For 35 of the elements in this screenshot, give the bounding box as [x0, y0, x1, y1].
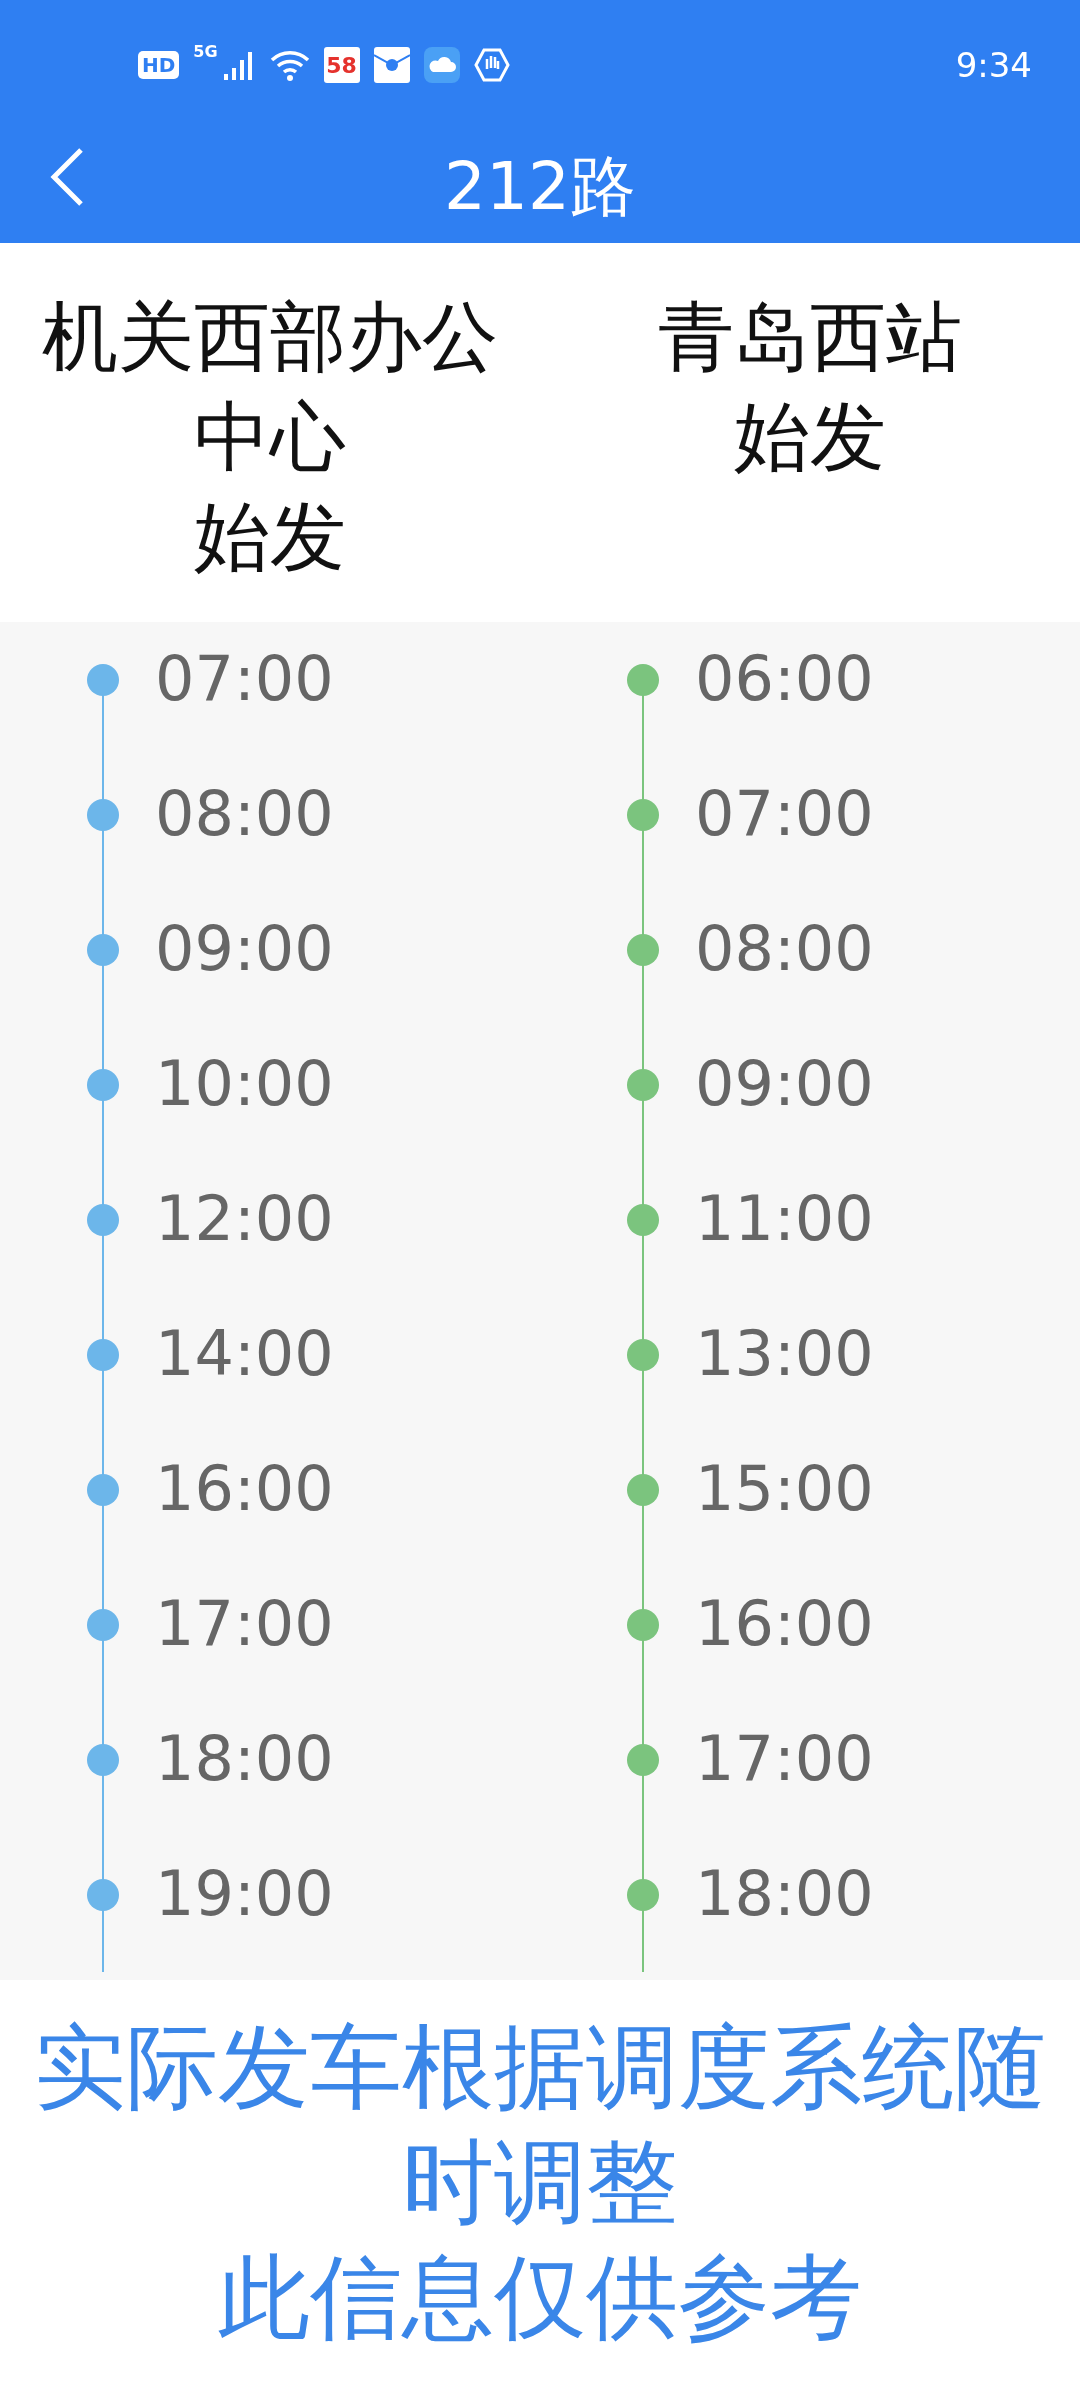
departure-time: 12:00 [155, 1182, 334, 1257]
status-time: 9:34 [955, 45, 1032, 85]
departure-time: 13:00 [695, 1317, 874, 1392]
origin-stop: 机关西部办公中心 [41, 291, 499, 483]
departure-time: 17:00 [155, 1587, 334, 1662]
departure-time: 19:00 [155, 1857, 334, 1932]
hd-indicator: HD [138, 51, 180, 79]
app-icon: 58 [323, 47, 360, 83]
departure-time: 10:00 [155, 1047, 334, 1122]
hand-icon [473, 47, 510, 83]
network-type: 5G [193, 42, 218, 61]
departure-time: 18:00 [695, 1857, 874, 1932]
departure-time: 18:00 [155, 1722, 334, 1797]
page-title: 212路 [444, 146, 636, 227]
departure-time: 16:00 [155, 1452, 334, 1527]
departure-time: 09:00 [695, 1047, 874, 1122]
departure-time: 08:00 [155, 777, 334, 852]
departure-time: 14:00 [155, 1317, 334, 1392]
departure-time: 06:00 [695, 642, 874, 717]
departure-time: 16:00 [695, 1587, 874, 1662]
departure-label: 始发 [734, 391, 886, 483]
departure-time: 09:00 [155, 912, 334, 987]
departure-time: 17:00 [695, 1722, 874, 1797]
departure-time: 11:00 [695, 1182, 874, 1257]
cloud-icon [423, 47, 460, 83]
departure-time: 07:00 [695, 777, 874, 852]
origin-stop: 青岛西站 [658, 291, 962, 383]
departure-time: 07:00 [155, 642, 334, 717]
departure-label: 始发 [194, 491, 346, 583]
notice-text: 此信息仅供参考 [218, 2243, 862, 2353]
wifi-icon [269, 48, 310, 82]
notice-text: 实际发车根据调度系统随时调整 [33, 2013, 1047, 2238]
envelope-icon [373, 47, 410, 83]
departure-time: 15:00 [695, 1452, 874, 1527]
departure-time: 08:00 [695, 912, 874, 987]
